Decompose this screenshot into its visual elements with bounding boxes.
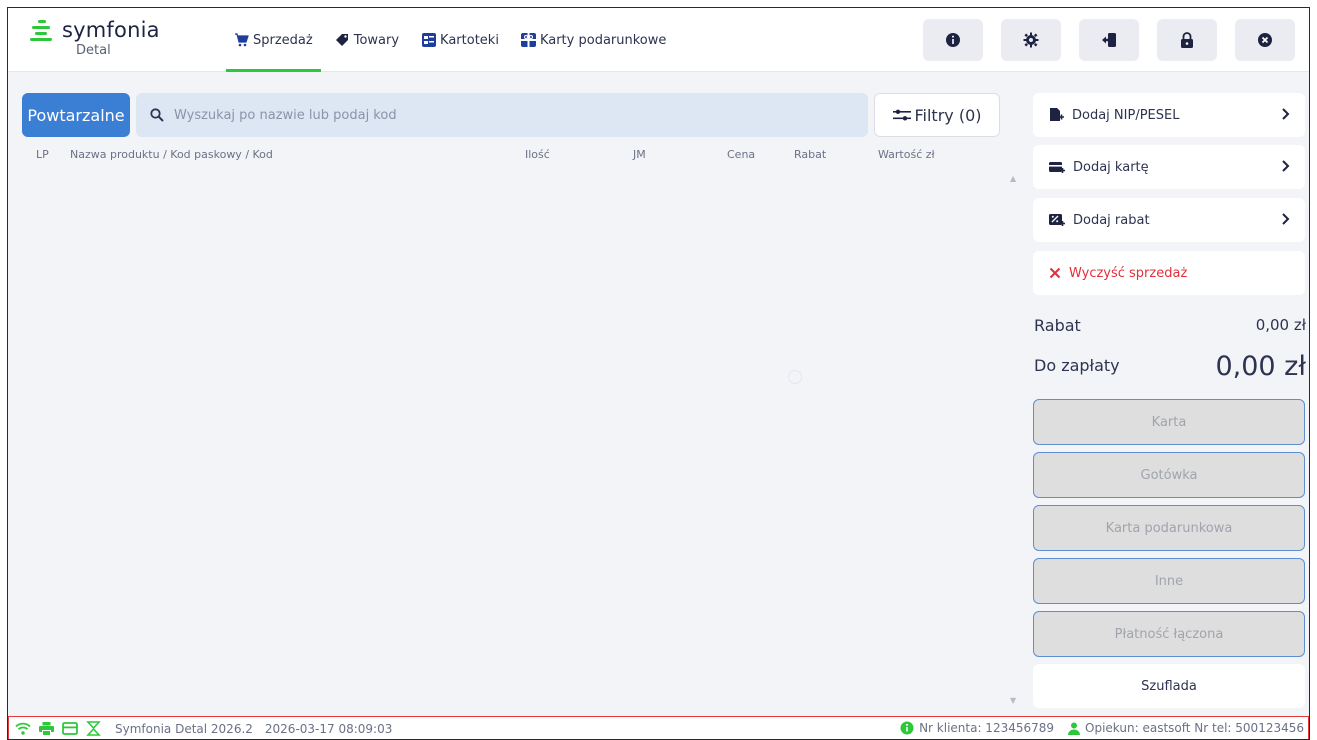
chevron-right-icon — [1282, 160, 1290, 172]
add-discount-button[interactable]: Dodaj rabat — [1033, 198, 1305, 242]
column-header-discount[interactable]: Rabat — [794, 148, 826, 161]
user-icon — [1068, 722, 1081, 735]
close-icon — [1049, 267, 1061, 279]
column-header-qty[interactable]: Ilość — [525, 148, 550, 161]
gift-card-icon — [520, 33, 536, 48]
nav-tab-karty-podarunkowe[interactable]: Karty podarunkowe — [519, 8, 668, 72]
add-card-label: Dodaj kartę — [1073, 159, 1149, 175]
contacts-icon — [421, 33, 436, 48]
discount-icon — [1049, 214, 1065, 226]
search-icon — [150, 108, 164, 122]
total-summary: Do zapłaty 0,00 zł — [1034, 351, 1306, 390]
gear-icon — [1023, 32, 1039, 48]
main-nav: Sprzedaż Towary Kartoteki Karty podarunk… — [226, 8, 668, 72]
discount-value: 0,00 zł — [1255, 316, 1306, 334]
column-header-lp[interactable]: LP — [36, 148, 49, 161]
cart-icon — [234, 33, 249, 48]
lock-button[interactable] — [1157, 19, 1217, 61]
pay-combined-button[interactable]: Płatność łączona — [1033, 611, 1305, 657]
settings-button[interactable] — [1001, 19, 1061, 61]
close-circle-icon — [1258, 33, 1272, 47]
info-icon — [946, 33, 960, 47]
pay-card-button[interactable]: Karta — [1033, 399, 1305, 445]
app-logo: symfonia Detal — [30, 18, 160, 60]
lock-icon — [1181, 32, 1193, 48]
nav-tab-sprzedaz[interactable]: Sprzedaż — [226, 8, 321, 72]
table-header: LP Nazwa produktu / Kod paskowy / Kod Il… — [22, 148, 1012, 168]
chevron-right-icon — [1282, 108, 1290, 120]
total-label: Do zapłaty — [1034, 356, 1120, 375]
client-number: Nr klienta: 123456789 — [900, 721, 1054, 735]
card-reader-icon — [62, 722, 78, 735]
column-header-name[interactable]: Nazwa produktu / Kod paskowy / Kod — [70, 148, 273, 161]
status-bar: Symfonia Detal 2026.2 2026-03-17 08:09:0… — [8, 716, 1309, 739]
pay-gift-card-button[interactable]: Karta podarunkowa — [1033, 505, 1305, 551]
account-keeper-text: Opiekun: eastsoft Nr tel: 500123456 — [1085, 721, 1304, 735]
status-datetime: 2026-03-17 08:09:03 — [264, 721, 393, 736]
top-header: symfonia Detal Sprzedaż Towary Kartoteki… — [8, 8, 1309, 72]
search-input[interactable] — [174, 107, 774, 123]
filter-button[interactable]: Filtry (0) — [874, 93, 1000, 137]
add-card-button[interactable]: Dodaj kartę — [1033, 145, 1305, 189]
client-number-text: Nr klienta: 123456789 — [919, 721, 1055, 735]
discount-summary: Rabat 0,00 zł — [1034, 316, 1306, 335]
clear-sale-button[interactable]: Wyczyść sprzedaż — [1033, 251, 1305, 295]
nav-tab-towary[interactable]: Towary — [333, 8, 401, 72]
pay-other-button[interactable]: Inne — [1033, 558, 1305, 604]
printer-icon — [39, 721, 54, 736]
info-icon — [900, 721, 914, 735]
card-add-icon — [1049, 162, 1065, 173]
scroll-up-arrow[interactable]: ▲ — [1010, 174, 1016, 183]
app-version: Symfonia Detal 2026.2 — [115, 721, 253, 736]
column-header-value[interactable]: Wartość zł — [878, 148, 935, 161]
account-keeper: Opiekun: eastsoft Nr tel: 500123456 — [1068, 721, 1304, 735]
add-nip-label: Dodaj NIP/PESEL — [1072, 107, 1180, 123]
nav-tab-label: Kartoteki — [440, 32, 499, 48]
logout-icon — [1102, 33, 1116, 47]
scroll-down-arrow[interactable]: ▼ — [1010, 696, 1016, 705]
column-header-price[interactable]: Cena — [727, 148, 755, 161]
logo-name: symfonia — [62, 18, 160, 42]
logo-subtitle: Detal — [76, 43, 111, 58]
tag-icon — [335, 33, 350, 48]
search-row: Powtarzalne Filtry (0) — [22, 93, 1000, 137]
logo-icon — [30, 20, 52, 42]
total-value: 0,00 zł — [1215, 351, 1306, 382]
nav-tab-kartoteki[interactable]: Kartoteki — [419, 8, 501, 72]
repeatable-button[interactable]: Powtarzalne — [22, 93, 130, 137]
logout-button[interactable] — [1079, 19, 1139, 61]
close-button[interactable] — [1235, 19, 1295, 61]
pay-cash-button[interactable]: Gotówka — [1033, 452, 1305, 498]
info-button[interactable] — [923, 19, 983, 61]
filter-label: Filtry (0) — [914, 105, 982, 125]
nav-tab-label: Towary — [353, 32, 400, 48]
sliders-icon — [892, 109, 911, 121]
add-nip-button[interactable]: Dodaj NIP/PESEL — [1033, 93, 1305, 137]
nav-tab-label: Karty podarunkowe — [539, 32, 667, 48]
search-box — [136, 93, 868, 137]
nav-tab-label: Sprzedaż — [253, 32, 313, 48]
document-add-icon — [1050, 107, 1064, 121]
app-window: symfonia Detal Sprzedaż Towary Kartoteki… — [7, 7, 1310, 740]
loading-indicator — [788, 370, 802, 384]
header-actions — [923, 19, 1295, 61]
chevron-right-icon — [1282, 213, 1290, 225]
wifi-icon — [15, 722, 31, 735]
drawer-button[interactable]: Szuflada — [1033, 664, 1305, 708]
column-header-unit[interactable]: JM — [633, 148, 646, 161]
clear-sale-label: Wyczyść sprzedaż — [1069, 265, 1188, 281]
discount-label: Rabat — [1034, 316, 1081, 335]
fiscal-printer-icon — [86, 721, 101, 736]
add-discount-label: Dodaj rabat — [1073, 212, 1150, 228]
